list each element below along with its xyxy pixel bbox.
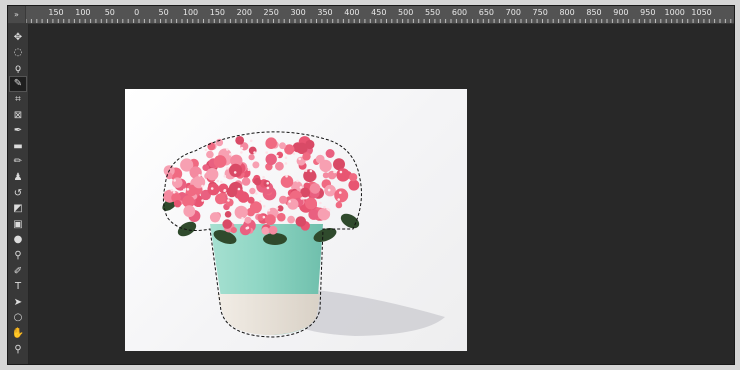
pot-base (217, 294, 320, 335)
ruler-label: 400 (344, 8, 360, 17)
pot-shadow (305, 289, 445, 336)
ruler-label: 200 (236, 8, 252, 17)
hand-tool[interactable]: ✋ (10, 326, 26, 340)
blur-tool[interactable]: ● (10, 233, 26, 247)
move-icon: ✥ (13, 31, 23, 43)
quick-selection-icon: ✎ (13, 78, 23, 90)
history-brush-tool[interactable]: ↺ (10, 186, 26, 200)
ruler-label: 500 (398, 8, 414, 17)
double-chevron-icon[interactable]: » (8, 6, 26, 23)
crop-tool[interactable]: ⌗ (10, 92, 26, 106)
ruler-label: 100 (75, 8, 91, 17)
magnifier-icon: ⚲ (14, 343, 22, 355)
flower-pot-photo (162, 131, 445, 338)
shape-tool[interactable]: ○ (10, 311, 26, 325)
photoshop-window: » 150 100 50 0 50 100 150 200 250 300 350 400 450 500… (7, 5, 735, 365)
drop-icon: ● (13, 234, 23, 246)
zoom-tool[interactable]: ⚲ (10, 342, 26, 356)
ruler-label: 50 (104, 8, 115, 17)
ruler-label: 600 (451, 8, 468, 17)
type-icon: T (14, 281, 22, 293)
tools-panel: ✥ ◌ ϙ ✎ ⌗ ⊠ ✒ ▬ ✏ ♟ ↺ ◩ ▣ ● ⚲ ✐ T ➤ ○ ✋ ⚲ (8, 24, 29, 364)
hand-icon: ✋ (11, 327, 25, 339)
bandage-icon: ▬ (13, 140, 23, 152)
eyedropper-tool[interactable]: ✒ (10, 124, 26, 138)
ruler-label: 250 (263, 8, 279, 17)
ruler-label: 150 (48, 8, 64, 17)
history-brush-icon: ↺ (13, 187, 23, 199)
gradient-icon: ▣ (13, 218, 23, 230)
lasso-tool[interactable]: ϙ (10, 61, 26, 75)
ruler-label: 350 (317, 8, 333, 17)
ruler-label: 650 (478, 8, 495, 17)
frame-icon: ⊠ (13, 109, 23, 121)
ruler-label: 50 (158, 8, 169, 17)
frame-tool[interactable]: ⊠ (10, 108, 26, 122)
document-canvas-area[interactable] (29, 24, 734, 364)
ruler-ticks: 150 100 50 0 50 100 150 200 250 300 350 400 450 500 55… (26, 6, 734, 23)
type-tool[interactable]: T (10, 280, 26, 294)
ruler-label: 1000 (664, 8, 685, 17)
move-tool[interactable]: ✥ (10, 30, 26, 44)
brush-tool[interactable]: ✏ (10, 155, 26, 169)
ruler-label: 750 (532, 8, 548, 17)
healing-brush-tool[interactable]: ▬ (10, 139, 26, 153)
horizontal-ruler: » 150 100 50 0 50 100 150 200 250 300 350 400 450 500… (8, 6, 734, 24)
dodge-tool[interactable]: ⚲ (10, 248, 26, 262)
ruler-label: 950 (640, 8, 656, 17)
clone-stamp-tool[interactable]: ♟ (10, 170, 26, 184)
dodge-icon: ⚲ (14, 249, 22, 261)
crop-icon: ⌗ (15, 93, 21, 105)
app-frame: » 150 100 50 0 50 100 150 200 250 300 350 400 450 500… (0, 0, 740, 370)
pen-tool[interactable]: ✐ (10, 264, 26, 278)
pen-icon: ✐ (13, 265, 23, 277)
ruler-label: 900 (613, 8, 629, 17)
ruler-label: 700 (505, 8, 521, 17)
gradient-tool[interactable]: ▣ (10, 217, 26, 231)
ruler-label: 100 (182, 8, 199, 17)
ruler-label: 150 (209, 8, 226, 17)
document-image[interactable] (125, 89, 467, 351)
quick-selection-tool[interactable]: ✎ (9, 75, 27, 92)
lasso-icon: ϙ (14, 62, 22, 74)
ellipse-marquee-icon: ◌ (13, 47, 23, 59)
ruler-label: 800 (559, 8, 575, 17)
path-selection-tool[interactable]: ➤ (10, 295, 26, 309)
ruler-label: 300 (290, 8, 306, 17)
ruler-label: 450 (371, 8, 387, 17)
ruler-label: 0 (134, 8, 140, 17)
eraser-tool[interactable]: ◩ (10, 202, 26, 216)
ruler-label: 1050 (691, 8, 712, 17)
flower-cluster (163, 136, 360, 236)
arrow-icon: ➤ (13, 296, 23, 308)
ruler-label: 550 (424, 8, 441, 17)
brush-icon: ✏ (13, 156, 23, 168)
marquee-tool[interactable]: ◌ (10, 46, 26, 60)
eyedropper-icon: ✒ (13, 125, 23, 137)
eraser-icon: ◩ (13, 203, 23, 215)
ruler-label: 850 (586, 8, 602, 17)
ellipse-icon: ○ (13, 312, 23, 324)
stamp-icon: ♟ (13, 171, 23, 183)
